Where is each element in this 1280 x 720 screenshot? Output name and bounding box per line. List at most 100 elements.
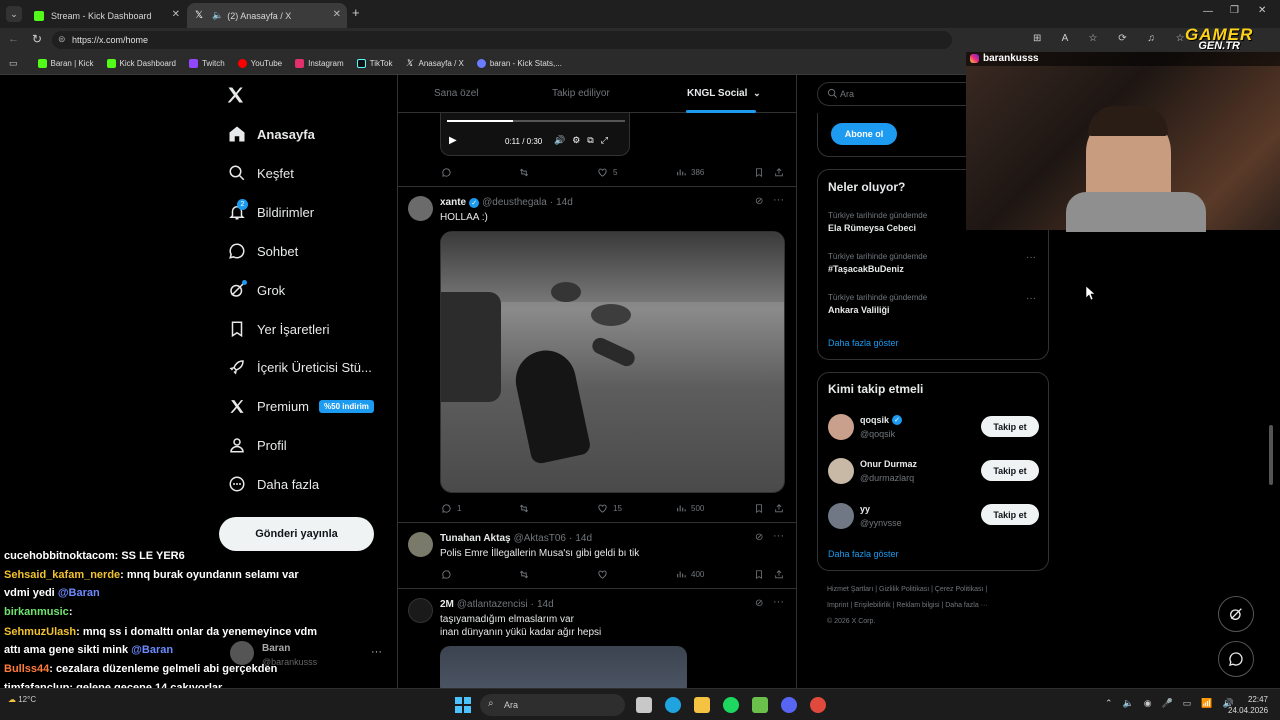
tweet-handle[interactable]: @atlantazencisi xyxy=(457,599,528,610)
video-progress-track[interactable] xyxy=(447,120,625,122)
nav-explore[interactable]: Keşfet xyxy=(227,158,294,188)
bookmark-item[interactable]: TikTok xyxy=(356,58,393,68)
explorer-icon[interactable] xyxy=(694,697,710,713)
taskbar-search[interactable]: ⌕ Ara xyxy=(480,694,625,716)
tweet-author[interactable]: 2M xyxy=(440,599,454,610)
bookmark-icon[interactable] xyxy=(754,167,769,178)
tweet[interactable]: xante ✓ @deusthegala · 14d ⊘ ··· HOLLAA … xyxy=(398,187,796,522)
bookmark-icon[interactable] xyxy=(754,503,769,514)
follow-button[interactable]: Takip et xyxy=(981,460,1039,481)
play-icon[interactable]: ▶ xyxy=(449,135,457,146)
trend-item[interactable]: Türkiye tarihinde gündemde #TaşacakBuDen… xyxy=(828,252,927,274)
like-button[interactable] xyxy=(597,569,613,580)
reply-button[interactable]: 1 xyxy=(441,503,461,514)
more-icon[interactable]: ··· xyxy=(1026,293,1036,304)
tweet-age[interactable]: 14d xyxy=(537,599,554,610)
tab-list-button[interactable]: ⌄ xyxy=(6,6,22,22)
site-info-icon[interactable]: ⊜ xyxy=(58,34,66,45)
like-button[interactable]: 5 xyxy=(597,167,617,178)
like-button[interactable]: 15 xyxy=(597,503,622,514)
show-more-link[interactable]: Daha fazla göster xyxy=(828,549,899,559)
tweet-image[interactable] xyxy=(440,646,687,688)
task-view-icon[interactable] xyxy=(636,697,652,713)
reply-button[interactable] xyxy=(441,569,457,580)
avatar[interactable] xyxy=(408,598,433,623)
spotify-icon[interactable] xyxy=(723,697,739,713)
tweet-author[interactable]: xante xyxy=(440,197,466,208)
bookmark-item[interactable]: Kick Dashboard xyxy=(106,58,176,68)
tab-for-you[interactable]: Sana özel xyxy=(434,88,478,99)
toolbar-icons[interactable]: ⊞ A ☆ ⟳ ♫ ☆ xyxy=(1033,33,1194,44)
views-button[interactable]: 400 xyxy=(676,569,704,579)
follow-button[interactable]: Takip et xyxy=(981,416,1039,437)
avatar[interactable] xyxy=(828,503,854,529)
follow-name[interactable]: qoqsik xyxy=(860,415,889,425)
start-button[interactable] xyxy=(455,697,471,713)
grok-icon[interactable]: ⊘ xyxy=(755,598,763,609)
weather-widget[interactable]: ☁ 12°C xyxy=(8,695,36,704)
share-icon[interactable] xyxy=(774,167,789,178)
tweet-handle[interactable]: @deusthegala xyxy=(482,197,547,208)
nav-profile[interactable]: Profil xyxy=(227,430,287,460)
subscribe-button[interactable]: Abone ol xyxy=(831,123,897,145)
reply-button[interactable] xyxy=(441,167,457,178)
bookmarks-toggle-icon[interactable]: ▭ xyxy=(9,58,18,69)
nav-chat[interactable]: Sohbet xyxy=(227,236,298,266)
tab-following[interactable]: Takip ediliyor xyxy=(552,88,610,99)
nav-notifications[interactable]: 2 Bildirimler xyxy=(227,197,314,227)
clock[interactable]: 22:47 24.04.2026 xyxy=(1228,694,1268,716)
nav-bookmarks[interactable]: Yer İşaretleri xyxy=(227,314,330,344)
bookmark-item[interactable]: YouTube xyxy=(237,58,282,68)
more-icon[interactable]: ··· xyxy=(1026,252,1036,263)
views-button[interactable]: 386 xyxy=(676,167,704,177)
new-tab-button[interactable]: + xyxy=(352,5,360,20)
more-icon[interactable]: ··· xyxy=(773,596,784,608)
nav-premium[interactable]: Premium %50 indirim xyxy=(227,391,374,421)
bookmark-item[interactable]: Twitch xyxy=(188,58,225,68)
grok-icon[interactable] xyxy=(1218,596,1254,632)
speaker-icon[interactable]: 🔈 xyxy=(212,10,223,21)
avatar[interactable] xyxy=(828,458,854,484)
tab-kngl-social[interactable]: KNGL Social ⌄ xyxy=(687,88,761,99)
back-icon[interactable]: ← xyxy=(8,33,19,45)
nav-more[interactable]: Daha fazla xyxy=(227,469,319,499)
app-icon[interactable] xyxy=(752,697,768,713)
minimize-button[interactable]: — xyxy=(1203,6,1213,17)
nav-creator-studio[interactable]: İçerik Üreticisi Stü... xyxy=(227,352,372,382)
maximize-button[interactable]: ❐ xyxy=(1230,5,1239,16)
share-icon[interactable] xyxy=(774,503,789,514)
bookmark-item[interactable]: Instagram xyxy=(295,58,344,68)
tweet[interactable]: 2M @atlantazencisi · 14d ⊘ ··· taşıyamad… xyxy=(398,589,796,688)
tweet-handle[interactable]: @AktasT06 xyxy=(514,533,566,544)
reload-icon[interactable]: ↻ xyxy=(32,32,42,46)
nav-grok[interactable]: Grok xyxy=(227,275,285,305)
grok-icon[interactable]: ⊘ xyxy=(755,196,763,207)
edge-icon[interactable] xyxy=(665,697,681,713)
close-window-button[interactable]: ✕ xyxy=(1258,5,1266,16)
url-field[interactable]: ⊜ https://x.com/home xyxy=(52,31,952,49)
tweet-image[interactable] xyxy=(440,231,785,493)
avatar[interactable] xyxy=(828,414,854,440)
messages-icon[interactable] xyxy=(1218,641,1254,677)
video-controls-icons[interactable]: 🔊⚙⧉⤢ xyxy=(554,135,615,146)
system-tray-icons[interactable]: ⌃🔈◉🎤▭📶🔊 xyxy=(1105,698,1244,709)
retweet-button[interactable] xyxy=(518,167,535,178)
follow-button[interactable]: Takip et xyxy=(981,504,1039,525)
discord-icon[interactable] xyxy=(781,697,797,713)
bookmark-item[interactable]: Baran | Kick xyxy=(37,58,94,68)
follow-name[interactable]: Onur Durmaz xyxy=(860,459,917,469)
grok-icon[interactable]: ⊘ xyxy=(755,532,763,543)
post-button[interactable]: Gönderi yayınla xyxy=(219,517,374,551)
footer-links[interactable]: Hizmet Şartları | Gizlilik Politikası | … xyxy=(827,582,1057,630)
avatar[interactable] xyxy=(408,196,433,221)
trend-item[interactable]: Türkiye tarihinde gündemde Ankara Valili… xyxy=(828,293,927,315)
video-player[interactable]: ▶ 0:11 / 0:30 🔊⚙⧉⤢ xyxy=(440,113,630,156)
tweet-author[interactable]: Tunahan Aktaş xyxy=(440,533,511,544)
close-tab-icon[interactable]: ✕ xyxy=(333,9,341,20)
page-scrollbar[interactable] xyxy=(1269,425,1273,485)
show-more-link[interactable]: Daha fazla göster xyxy=(828,338,899,348)
retweet-button[interactable] xyxy=(518,569,535,580)
tab-kick-dashboard[interactable]: Stream - Kick Dashboard ✕ xyxy=(26,3,186,28)
more-icon[interactable]: ··· xyxy=(773,530,784,542)
chrome-icon[interactable] xyxy=(810,697,826,713)
